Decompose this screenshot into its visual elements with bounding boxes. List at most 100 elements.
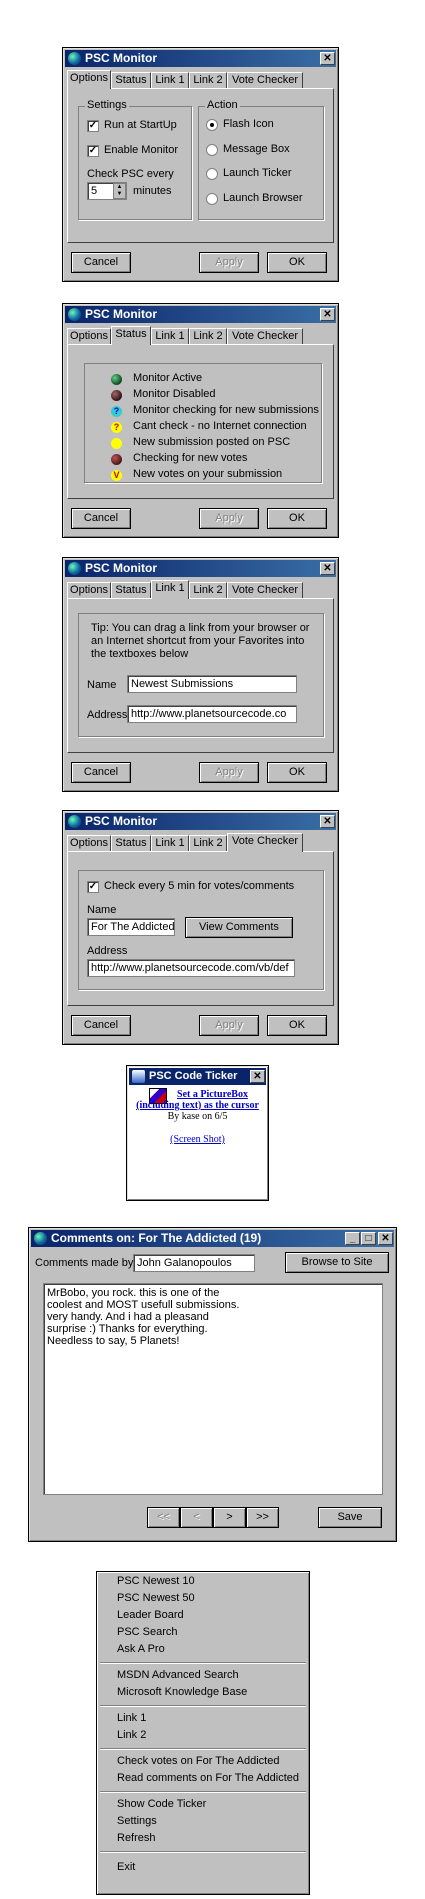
ok-button[interactable]: OK [267, 508, 327, 529]
tab-status[interactable]: Status [111, 72, 151, 88]
run-at-startup-checkbox[interactable]: ✓ [87, 120, 99, 132]
globe-icon [68, 308, 81, 321]
psc-monitor-status-window: PSC Monitor ✕ Options Status Link 1 Link … [62, 303, 339, 538]
ok-button[interactable]: OK [267, 252, 327, 273]
next-comment-button[interactable]: > [213, 1507, 246, 1528]
browse-to-site-button[interactable]: Browse to Site [285, 1252, 389, 1273]
tab-link-1[interactable]: Link 1 [151, 72, 189, 88]
tab-status[interactable]: Status [111, 582, 151, 598]
comment-line: MrBobo, you rock. this is one of the [47, 1287, 220, 1299]
ok-button[interactable]: OK [267, 1015, 327, 1036]
close-button[interactable]: ✕ [250, 1070, 265, 1083]
tab-link-2[interactable]: Link 2 [189, 582, 227, 598]
psc-monitor-link1-window: PSC Monitor ✕ Options Status Link 1 Link … [62, 557, 339, 792]
check-every-label: Check PSC every [87, 168, 174, 180]
minimize-button[interactable]: _ [345, 1232, 360, 1245]
save-button[interactable]: Save [318, 1507, 382, 1528]
view-comments-button[interactable]: View Comments [185, 917, 293, 938]
link1-address-input[interactable]: http://www.planetsourcecode.co [127, 705, 297, 723]
psc-monitor-options-window: PSC Monitor ✕ Options Status Link 1 Link … [62, 47, 339, 282]
close-button[interactable]: ✕ [320, 52, 335, 65]
close-button[interactable]: ✕ [320, 562, 335, 575]
tab-link-2[interactable]: Link 2 [189, 72, 227, 88]
minutes-label: minutes [133, 185, 172, 197]
maximize-button[interactable]: □ [361, 1232, 376, 1245]
apply-button[interactable]: Apply [199, 252, 259, 273]
comments-title: Comments on: For The Addicted (19) [51, 1231, 262, 1245]
minutes-spinner[interactable]: ▲ ▼ [113, 183, 126, 199]
apply-button[interactable]: Apply [199, 762, 259, 783]
previous-comment-button[interactable]: < [180, 1507, 213, 1528]
title-bar[interactable]: PSC Code Ticker ✕ [129, 1068, 266, 1085]
menu-item-msdn-advanced-search[interactable]: MSDN Advanced Search [117, 1669, 239, 1681]
enable-monitor-checkbox[interactable]: ✓ [87, 145, 99, 157]
address-label: Address [87, 709, 128, 721]
vote-name-input[interactable]: For The Addicted [87, 918, 175, 936]
comment-textarea[interactable]: MrBobo, you rock. this is one of the coo… [43, 1283, 383, 1495]
submission-link[interactable]: Set a PictureBox [129, 1089, 266, 1100]
tab-link-1[interactable]: Link 1 [151, 580, 189, 599]
menu-item-ask-a-pro[interactable]: Ask A Pro [117, 1643, 165, 1655]
menu-item-exit[interactable]: Exit [117, 1861, 135, 1873]
launch-browser-radio[interactable] [206, 193, 218, 205]
apply-button[interactable]: Apply [199, 1015, 259, 1036]
apply-button[interactable]: Apply [199, 508, 259, 529]
message-box-radio[interactable] [206, 144, 218, 156]
flash-icon-radio[interactable] [206, 119, 218, 131]
cancel-button[interactable]: Cancel [71, 1015, 131, 1036]
screenshot-link[interactable]: (Screen Shot) [129, 1134, 266, 1145]
tab-link-1[interactable]: Link 1 [151, 328, 189, 344]
tab-vote-checker[interactable]: Vote Checker [227, 72, 303, 88]
menu-item-refresh[interactable]: Refresh [117, 1832, 156, 1844]
tab-status[interactable]: Status [111, 835, 151, 851]
cancel-button[interactable]: Cancel [71, 762, 131, 783]
tab-status[interactable]: Status [111, 326, 151, 345]
launch-ticker-radio[interactable] [206, 168, 218, 180]
close-button[interactable]: ✕ [378, 1232, 393, 1245]
menu-separator [100, 1748, 306, 1750]
menu-item-show-code-ticker[interactable]: Show Code Ticker [117, 1798, 206, 1810]
comment-author-input[interactable]: John Galanopoulos [133, 1254, 255, 1272]
close-button[interactable]: ✕ [320, 308, 335, 321]
tab-options[interactable]: Options [67, 582, 111, 598]
cancel-button[interactable]: Cancel [71, 508, 131, 529]
menu-item-psc-newest-50[interactable]: PSC Newest 50 [117, 1592, 195, 1604]
tab-options[interactable]: Options [67, 835, 111, 851]
tab-vote-checker[interactable]: Vote Checker [227, 328, 303, 344]
menu-item-link-1[interactable]: Link 1 [117, 1712, 146, 1724]
menu-item-psc-search[interactable]: PSC Search [117, 1626, 178, 1638]
last-comment-button[interactable]: >> [246, 1507, 279, 1528]
menu-item-settings[interactable]: Settings [117, 1815, 157, 1827]
tab-link-2[interactable]: Link 2 [189, 328, 227, 344]
menu-item-read-comments[interactable]: Read comments on For The Addicted [117, 1772, 299, 1784]
menu-item-check-votes[interactable]: Check votes on For The Addicted [117, 1755, 279, 1767]
menu-item-psc-newest-10[interactable]: PSC Newest 10 [117, 1575, 195, 1587]
message-box-label: Message Box [223, 143, 290, 155]
status-legend-label: Monitor Active [133, 372, 203, 384]
link1-name-input[interactable]: Newest Submissions [127, 675, 297, 693]
menu-item-link-2[interactable]: Link 2 [117, 1729, 146, 1741]
status-legend-label: Cant check - no Internet connection [133, 420, 307, 432]
title-bar[interactable]: PSC Monitor ✕ [65, 306, 336, 323]
tab-link-2[interactable]: Link 2 [189, 835, 227, 851]
tab-link-1[interactable]: Link 1 [151, 835, 189, 851]
menu-item-leader-board[interactable]: Leader Board [117, 1609, 184, 1621]
ok-button[interactable]: OK [267, 762, 327, 783]
tab-vote-checker[interactable]: Vote Checker [227, 833, 303, 852]
first-comment-button[interactable]: << [147, 1507, 180, 1528]
title-bar[interactable]: Comments on: For The Addicted (19) _ □ ✕ [31, 1230, 394, 1247]
menu-item-microsoft-knowledge-base[interactable]: Microsoft Knowledge Base [117, 1686, 247, 1698]
title-bar[interactable]: PSC Monitor ✕ [65, 50, 336, 67]
new-votes-icon: V [111, 470, 122, 481]
tab-options[interactable]: Options [67, 70, 111, 89]
tab-vote-checker[interactable]: Vote Checker [227, 582, 303, 598]
submission-byline: By kase on 6/5 [167, 1111, 228, 1122]
cancel-button[interactable]: Cancel [71, 252, 131, 273]
title-bar[interactable]: PSC Monitor ✕ [65, 813, 336, 830]
vote-address-input[interactable]: http://www.planetsourcecode.com/vb/def [87, 959, 295, 977]
title-bar[interactable]: PSC Monitor ✕ [65, 560, 336, 577]
check-votes-checkbox[interactable]: ✓ [87, 881, 99, 893]
submission-link-line2[interactable]: (including text) as the cursor [129, 1100, 266, 1111]
tab-options[interactable]: Options [67, 328, 111, 344]
close-button[interactable]: ✕ [320, 815, 335, 828]
